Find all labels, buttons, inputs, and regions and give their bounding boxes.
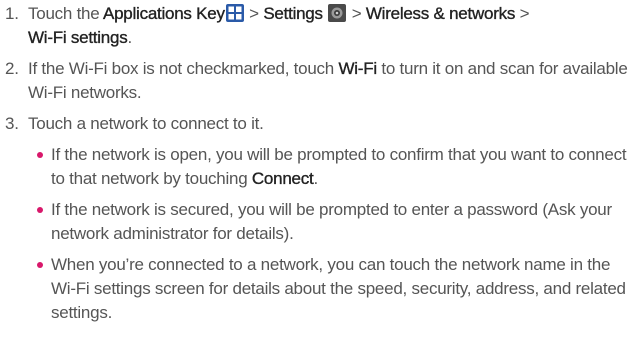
step-2: 2. If the Wi-Fi box is not checkmarked, …	[0, 57, 638, 105]
step-text: Touch the Applications Key > Settings > …	[28, 4, 530, 47]
step-number: 1.	[5, 4, 19, 23]
step-number: 3.	[5, 114, 19, 133]
settings-label: Settings	[263, 4, 323, 23]
bullet-dot-icon	[37, 262, 43, 268]
list-item: When you’re connected to a network, you …	[0, 253, 638, 325]
connect-label: Connect	[251, 169, 314, 188]
applications-key-label: Applications Key	[103, 4, 225, 23]
settings-icon	[328, 4, 347, 22]
wireless-networks-label: Wireless & networks	[365, 4, 516, 23]
list-item: If the network is secured, you will be p…	[0, 198, 638, 246]
instructions-page: 1. Touch the Applications Key > Settings…	[0, 0, 638, 338]
bullet-dot-icon	[37, 152, 43, 158]
bullet-list: If the network is open, you will be prom…	[0, 143, 638, 325]
applications-key-icon	[225, 4, 244, 22]
step-number: 2.	[5, 59, 19, 78]
step-1: 1. Touch the Applications Key > Settings…	[0, 2, 638, 50]
bullet-dot-icon	[37, 207, 43, 213]
wifi-label: Wi-Fi	[338, 59, 377, 78]
list-item: If the network is open, you will be prom…	[0, 143, 638, 191]
wifi-settings-label: Wi-Fi settings	[28, 28, 128, 47]
step-text: Touch a network to connect to it.	[28, 114, 264, 133]
step-text: If the Wi-Fi box is not checkmarked, tou…	[28, 59, 628, 102]
step-3: 3. Touch a network to connect to it.	[0, 112, 638, 136]
